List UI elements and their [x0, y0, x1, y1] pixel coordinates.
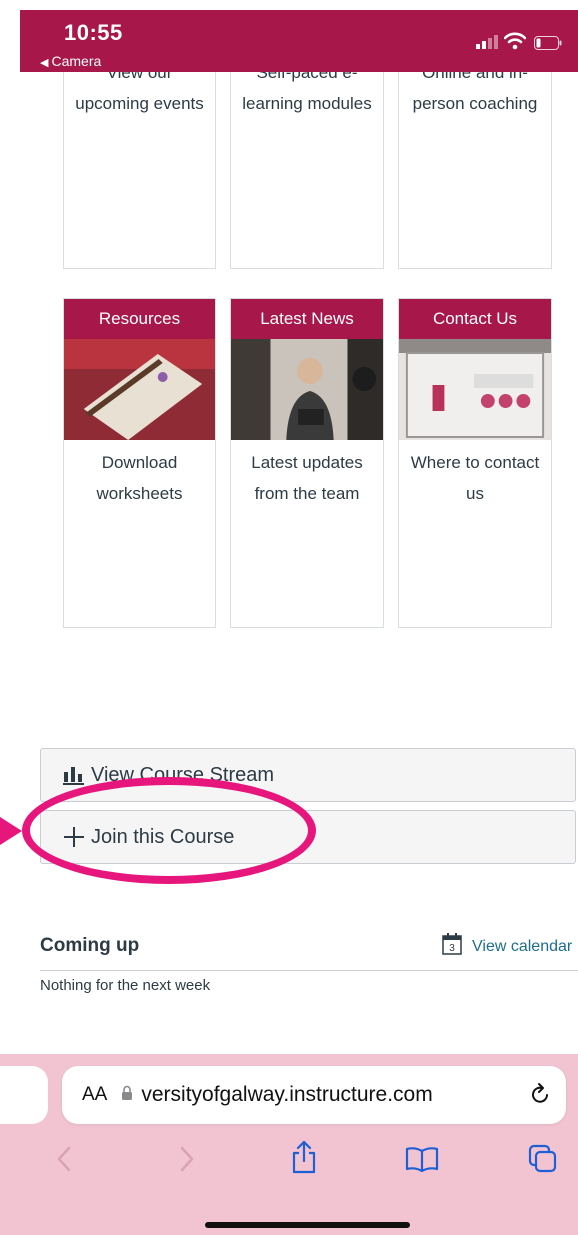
view-calendar-label: View calendar [472, 937, 573, 955]
signal-icon [476, 35, 498, 49]
view-course-stream-label: View Course Stream [91, 763, 275, 786]
join-course-label: Join this Course [91, 825, 235, 848]
bar-chart-icon [63, 765, 85, 785]
tile-resources-desc: Download worksheets [96, 453, 183, 503]
bookmarks-icon[interactable] [405, 1146, 439, 1172]
view-calendar-link[interactable]: 3 View calendar [442, 933, 572, 960]
previous-tab-peek[interactable] [0, 1066, 48, 1124]
calendar-day: 3 [449, 943, 455, 954]
share-icon[interactable] [290, 1140, 318, 1174]
tile-coaching[interactable]: Online and in- person coaching [398, 40, 552, 269]
back-to-camera-link[interactable]: ◀ Camera [40, 53, 101, 69]
tile-contact-us[interactable]: Contact Us Where to contact us [398, 298, 552, 628]
back-label: Camera [51, 53, 102, 69]
coming-up-divider [40, 970, 578, 971]
text-size-button[interactable]: AA [82, 1084, 107, 1106]
view-course-stream-button[interactable]: View Course Stream [40, 748, 576, 802]
tabs-icon[interactable] [528, 1144, 558, 1174]
tile-resources-title: Resources [64, 299, 215, 339]
tile-contact-us-photo [399, 339, 551, 440]
tile-resources-photo [64, 339, 215, 440]
home-indicator[interactable] [205, 1222, 410, 1228]
tile-latest-news[interactable]: Latest News Latest updates from the team [230, 298, 384, 628]
back-arrow-icon: ◀ [40, 57, 49, 69]
forward-arrow-icon[interactable] [178, 1146, 196, 1172]
tile-elearning[interactable]: Self-paced e- learning modules [230, 40, 384, 269]
coming-up-empty-text: Nothing for the next week [40, 977, 211, 994]
join-course-button[interactable]: Join this Course [40, 810, 576, 864]
battery-icon [534, 36, 562, 50]
coming-up-heading: Coming up [40, 935, 140, 956]
status-bar: 10:55 ◀ Camera [20, 10, 578, 72]
back-arrow-icon[interactable] [55, 1146, 73, 1172]
lock-icon [121, 1085, 133, 1106]
calendar-icon: 3 [442, 933, 462, 960]
tile-latest-news-photo [231, 339, 383, 440]
tile-resources[interactable]: Resources Download worksheets [63, 298, 216, 628]
tile-contact-us-title: Contact Us [399, 299, 551, 339]
status-time: 10:55 [64, 20, 123, 45]
tile-contact-us-desc: Where to contact us [410, 453, 540, 503]
tile-latest-news-desc: Latest updates from the team [251, 453, 363, 503]
plus-icon [63, 826, 85, 848]
reload-icon[interactable] [528, 1082, 552, 1111]
tile-events[interactable]: View our upcoming events [63, 40, 216, 269]
tile-latest-news-title: Latest News [231, 299, 383, 339]
wifi-icon [504, 32, 526, 50]
address-bar[interactable]: AA versityofgalway.instructure.com [62, 1066, 566, 1124]
annotation-arrow [0, 817, 22, 845]
address-url: versityofgalway.instructure.com [141, 1083, 433, 1106]
browser-toolbar: AA versityofgalway.instructure.com [0, 1054, 578, 1235]
